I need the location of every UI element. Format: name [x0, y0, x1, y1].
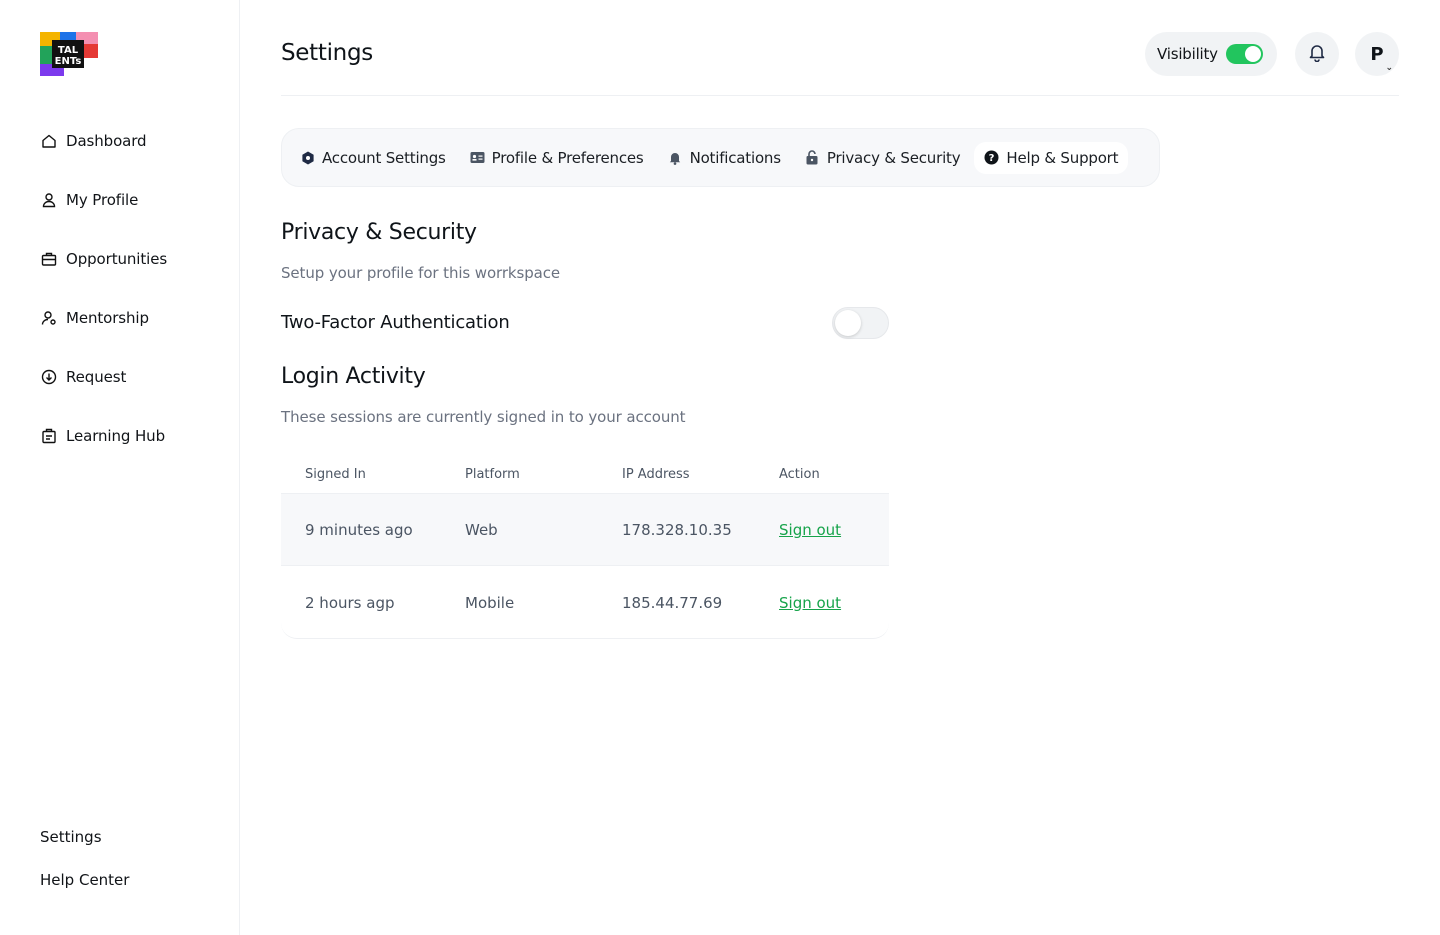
visibility-label: Visibility: [1157, 45, 1218, 63]
two-factor-toggle[interactable]: [832, 307, 889, 339]
visibility-toggle[interactable]: [1225, 44, 1263, 64]
settings-tabs: Account Settings Profile & Preferences N…: [281, 128, 1160, 187]
sidebar-item-mentorship[interactable]: Mentorship: [40, 307, 220, 329]
help-circle-icon: ?: [984, 150, 999, 165]
avatar-initial: P: [1370, 43, 1384, 65]
home-icon: [40, 133, 57, 150]
sidebar-item-label: Learning Hub: [66, 427, 165, 445]
lock-icon: [805, 150, 820, 165]
tab-label: Privacy & Security: [826, 148, 961, 167]
tab-privacy-security[interactable]: Privacy & Security: [795, 142, 971, 174]
header-divider: [281, 95, 1399, 96]
sidebar-item-my-profile[interactable]: My Profile: [40, 189, 220, 211]
sign-out-link[interactable]: Sign out: [779, 521, 841, 539]
table-row: 9 minutes ago Web 178.328.10.35 Sign out: [281, 494, 889, 566]
login-activity-table: Signed In Platform IP Address Action 9 m…: [281, 452, 889, 639]
login-activity-title: Login Activity: [281, 364, 426, 389]
notifications-button[interactable]: [1295, 32, 1339, 76]
briefcase-icon: [40, 251, 57, 268]
tab-label: Notifications: [689, 148, 781, 167]
sidebar-bottom-links: Settings Help Center: [40, 828, 129, 914]
chevron-down-icon: ⌄: [1385, 63, 1393, 73]
talents-logo[interactable]: TAL ENTs: [40, 32, 98, 76]
user-gear-icon: [40, 310, 57, 327]
two-factor-label: Two-Factor Authentication: [281, 312, 510, 333]
sidebar-item-label: Request: [66, 368, 127, 386]
sidebar-item-label: My Profile: [66, 191, 139, 209]
id-card-icon: [470, 150, 485, 165]
svg-text:?: ?: [989, 153, 995, 164]
column-header-platform: Platform: [465, 467, 520, 482]
sidebar-item-request[interactable]: Request: [40, 366, 220, 388]
svg-text:TAL: TAL: [58, 45, 79, 56]
hexagon-icon: [300, 150, 315, 165]
bell-icon: [1307, 42, 1327, 66]
arrow-down-circle-icon: [40, 369, 57, 386]
column-header-ip-address: IP Address: [622, 467, 690, 482]
sidebar-item-label: Mentorship: [66, 309, 149, 327]
sidebar-item-label: Opportunities: [66, 250, 168, 268]
column-header-action: Action: [779, 467, 820, 482]
toggle-knob: [835, 310, 861, 336]
sidebar-item-opportunities[interactable]: Opportunities: [40, 248, 220, 270]
cell-ip-address: 178.328.10.35: [622, 521, 732, 539]
sidebar-nav: Dashboard My Profile Opportunities Mento…: [40, 130, 220, 484]
cell-signed-in: 9 minutes ago: [305, 521, 413, 539]
sign-out-link[interactable]: Sign out: [779, 594, 841, 612]
table-row: 2 hours agp Mobile 185.44.77.69 Sign out: [281, 566, 889, 638]
tab-label: Account Settings: [322, 148, 446, 167]
table-header: Signed In Platform IP Address Action: [281, 452, 889, 494]
svg-text:ENTs: ENTs: [55, 56, 82, 67]
cell-signed-in: 2 hours agp: [305, 593, 395, 612]
user-icon: [40, 192, 57, 209]
avatar[interactable]: P ⌄: [1355, 32, 1399, 76]
sidebar-link-help-center[interactable]: Help Center: [40, 871, 129, 893]
toggle-knob: [1244, 46, 1261, 62]
bell-icon: [668, 150, 683, 165]
sidebar-link-settings[interactable]: Settings: [40, 828, 129, 850]
tab-label: Help & Support: [1006, 148, 1119, 167]
tab-label: Profile & Preferences: [491, 148, 644, 167]
cell-platform: Web: [465, 521, 498, 539]
tab-account-settings[interactable]: Account Settings: [290, 142, 456, 174]
sidebar: TAL ENTs Dashboard My Profile Opportunit…: [0, 0, 240, 935]
visibility-toggle-pill[interactable]: Visibility: [1145, 32, 1277, 76]
column-header-signed-in: Signed In: [305, 467, 366, 482]
cell-platform: Mobile: [465, 593, 515, 612]
login-activity-subtitle: These sessions are currently signed in t…: [281, 408, 686, 426]
page-title: Settings: [281, 40, 373, 66]
tab-profile-preferences[interactable]: Profile & Preferences: [460, 142, 654, 174]
sidebar-item-learning-hub[interactable]: Learning Hub: [40, 425, 220, 447]
logo-mark: TAL ENTs: [40, 32, 98, 76]
tab-help-support[interactable]: ? Help & Support: [974, 141, 1129, 174]
sidebar-item-dashboard[interactable]: Dashboard: [40, 130, 220, 152]
sidebar-item-label: Dashboard: [66, 132, 147, 150]
tab-notifications[interactable]: Notifications: [658, 142, 791, 174]
privacy-security-subtitle: Setup your profile for this worrkspace: [281, 264, 561, 282]
privacy-security-title: Privacy & Security: [281, 220, 477, 245]
clipboard-icon: [40, 428, 57, 445]
cell-ip-address: 185.44.77.69: [622, 593, 723, 612]
